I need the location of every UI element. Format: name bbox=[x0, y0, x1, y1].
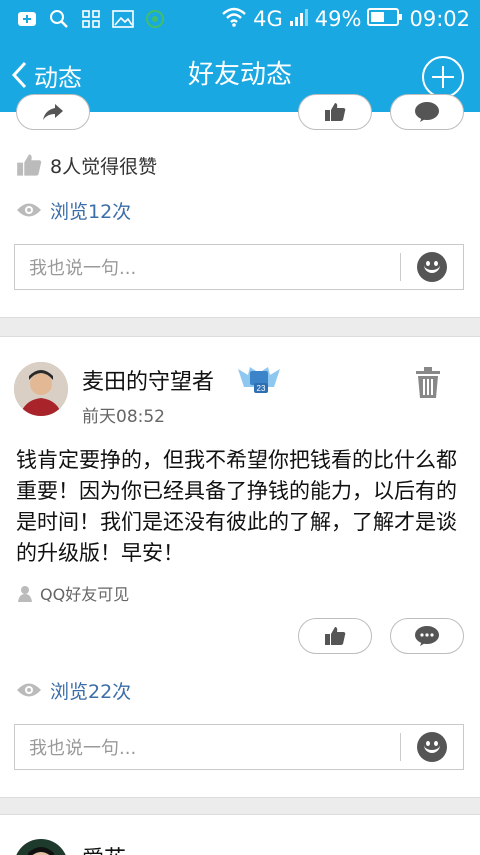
avatar[interactable] bbox=[14, 362, 68, 416]
comment-input[interactable] bbox=[15, 245, 415, 291]
likes-text[interactable]: 8人觉得很赞 bbox=[50, 152, 157, 179]
trash-icon bbox=[416, 367, 440, 398]
add-notification-icon bbox=[16, 9, 38, 29]
feed-card: 麦田的守望者 23 前天08:52 钱肯定要挣的，但我不希望你把钱看的比什么都重… bbox=[0, 336, 480, 798]
eye-icon bbox=[17, 203, 41, 217]
thumbs-up-icon bbox=[17, 154, 42, 176]
chevron-left-icon bbox=[11, 61, 27, 89]
divider bbox=[400, 733, 401, 761]
author-name[interactable]: 麦田的守望者 bbox=[82, 364, 214, 396]
share-icon bbox=[43, 104, 63, 120]
views-text: 浏览22次 bbox=[50, 680, 132, 703]
status-bar: 4G 49% 09:02 bbox=[0, 0, 480, 38]
search-icon bbox=[48, 9, 70, 29]
vip-level-number: 23 bbox=[257, 384, 266, 393]
likes-row: 8人觉得很赞 bbox=[16, 152, 157, 178]
comment-bubble-icon bbox=[415, 102, 439, 122]
vip-badge: 23 bbox=[236, 363, 282, 395]
network-type: 4G bbox=[253, 6, 283, 31]
person-icon bbox=[18, 586, 32, 602]
thumbs-up-icon bbox=[325, 103, 346, 121]
visibility-text: QQ好友可见 bbox=[40, 585, 130, 604]
delete-button[interactable] bbox=[414, 367, 442, 399]
thumbs-up-icon bbox=[325, 627, 346, 645]
signal-icon bbox=[289, 7, 309, 31]
app-notification-icon bbox=[144, 9, 166, 29]
wifi-icon bbox=[221, 7, 247, 31]
feed-card: 8人觉得很赞 浏览12次 bbox=[0, 94, 480, 318]
like-button[interactable] bbox=[298, 94, 372, 130]
feed-card: 爱花 bbox=[0, 814, 480, 855]
add-post-button[interactable] bbox=[422, 56, 464, 98]
share-button[interactable] bbox=[16, 94, 90, 130]
post-content: 钱肯定要挣的，但我不希望你把钱看的比什么都重要！因为你已经具备了挣钱的能力，以后… bbox=[16, 448, 457, 565]
views-text: 浏览12次 bbox=[50, 200, 132, 223]
battery-icon bbox=[367, 7, 403, 31]
back-label: 动态 bbox=[34, 63, 82, 92]
gallery-icon bbox=[112, 9, 134, 29]
battery-percent: 49% bbox=[314, 6, 362, 31]
emoji-icon[interactable] bbox=[417, 732, 447, 762]
comment-bubble-icon bbox=[415, 626, 439, 646]
comment-box bbox=[14, 244, 464, 291]
comment-input[interactable] bbox=[15, 725, 415, 771]
comment-button[interactable] bbox=[390, 94, 464, 130]
eye-icon bbox=[17, 683, 41, 697]
like-button[interactable] bbox=[298, 618, 372, 654]
post-time: 前天08:52 bbox=[82, 407, 165, 427]
comment-button[interactable] bbox=[390, 618, 464, 654]
views-row: 浏览22次 bbox=[16, 677, 131, 703]
views-row: 浏览12次 bbox=[16, 197, 131, 223]
avatar[interactable] bbox=[14, 839, 68, 855]
apps-grid-icon bbox=[80, 9, 102, 29]
emoji-icon[interactable] bbox=[417, 252, 447, 282]
comment-box bbox=[14, 724, 464, 771]
clock: 09:02 bbox=[409, 6, 470, 31]
author-name[interactable]: 爱花 bbox=[82, 841, 126, 855]
divider bbox=[400, 253, 401, 281]
visibility-row: QQ好友可见 bbox=[16, 582, 129, 604]
